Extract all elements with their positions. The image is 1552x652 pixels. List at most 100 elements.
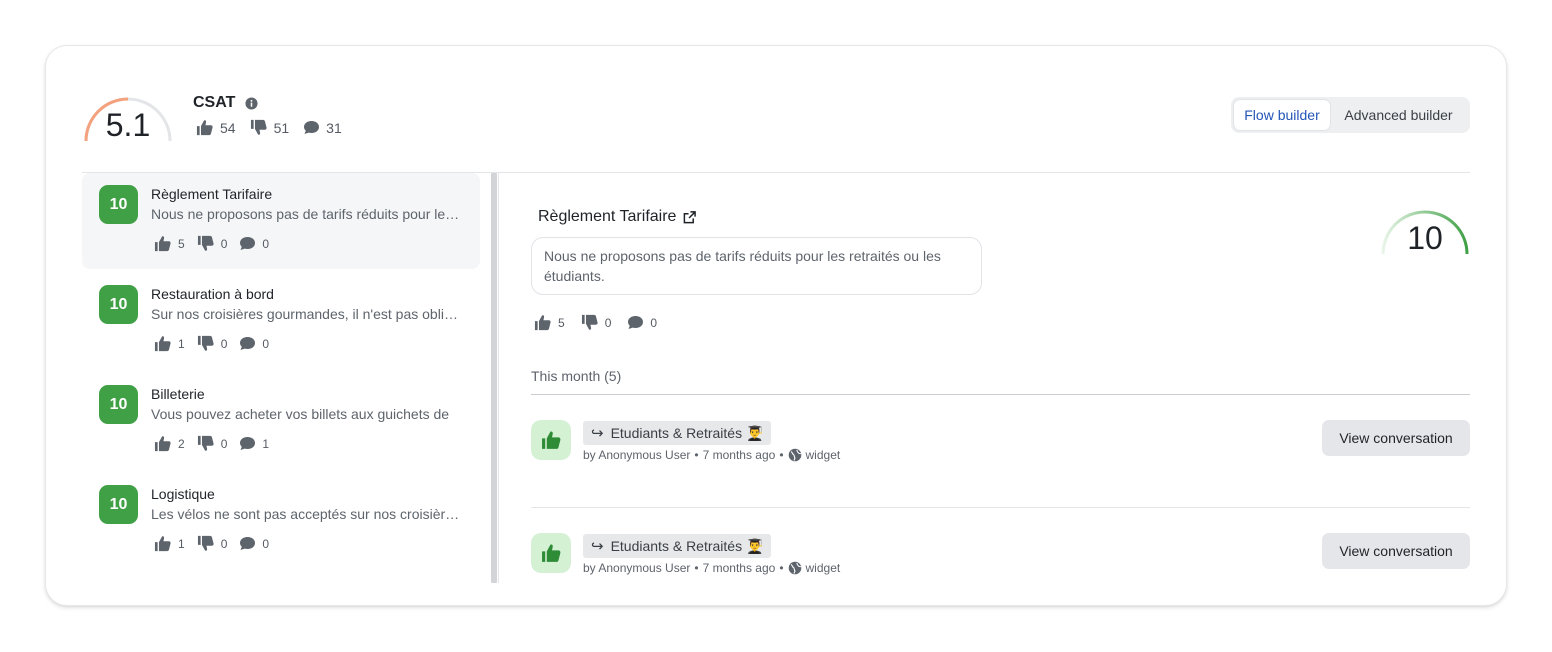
detail-title-text: Règlement Tarifaire (538, 208, 677, 225)
conversation-tag-label: Etudiants & Retraités 👨‍🎓 (610, 537, 764, 554)
likes-stat: 54 (196, 119, 236, 136)
conversation-row: ↪ Etudiants & Retraités 👨‍🎓 by Anonymous… (531, 533, 1470, 593)
conversation-author: by Anonymous User (583, 448, 691, 462)
builder-toggle: Flow builder Advanced builder (1231, 97, 1470, 133)
item-title: Logistique (151, 486, 215, 502)
conversation-meta: by Anonymous User • 7 months ago • widge… (583, 561, 841, 575)
item-title: Règlement Tarifaire (151, 186, 273, 202)
list-item[interactable]: 1 0 Logistique Les vélos ne sont pas acce… (82, 473, 480, 569)
panel-divider (498, 173, 499, 583)
thumbs-up-icon (541, 431, 560, 449)
thumbs-up-icon (154, 336, 171, 352)
conversation-meta: by Anonymous User • 7 months ago • widge… (583, 448, 841, 462)
csat-score-gauge: 5.1 (82, 91, 174, 143)
thumbs-down-icon (197, 435, 214, 451)
flow-builder-button[interactable]: Flow builder (1233, 99, 1331, 131)
comments-count: 0 (262, 336, 270, 351)
dislikes-count: 51 (273, 119, 290, 136)
dislikes-count: 0 (220, 536, 228, 551)
csat-stats: 54 51 31 (196, 119, 356, 136)
thumbs-up-icon (154, 236, 171, 252)
thumbs-down-icon (197, 335, 214, 351)
list-scrollbar[interactable] (491, 173, 497, 583)
advanced-builder-button[interactable]: Advanced builder (1331, 99, 1466, 131)
list-item[interactable]: 10 Règlement Tarifaire Nous ne proposons… (82, 173, 480, 269)
thumbs-down-icon (197, 535, 214, 551)
thumbs-up-icon (196, 120, 213, 136)
item-title: Restauration à bord (151, 286, 274, 302)
item-stats: 2 0 1 (154, 435, 281, 452)
thumbs-down-icon (581, 314, 598, 330)
redirect-arrow-icon: ↪ (591, 425, 604, 442)
detail-score-value: 10 (1407, 220, 1443, 256)
faq-list: 10 Règlement Tarifaire Nous ne proposons… (82, 173, 480, 583)
globe-icon (788, 448, 801, 462)
view-conversation-button[interactable]: View conversation (1322, 533, 1470, 569)
item-description: Les vélos ne sont pas acceptés sur nos c… (151, 506, 463, 522)
item-title: Billeterie (151, 386, 205, 402)
csat-card: 5.1 CSAT 54 51 31 Flow builder Advanced … (45, 45, 1507, 606)
comments-count: 31 (326, 119, 342, 136)
item-description: Nous ne proposons pas de tarifs réduits … (151, 206, 463, 222)
redirect-arrow-icon: ↪ (591, 538, 604, 555)
thumbs-down-icon (197, 235, 214, 251)
list-item[interactable]: 1 0 Billeterie Vous pouvez acheter vos bi… (82, 373, 480, 469)
conversation-author: by Anonymous User (583, 561, 691, 575)
conversation-tag[interactable]: ↪ Etudiants & Retraités 👨‍🎓 (583, 421, 772, 445)
conversation-tag[interactable]: ↪ Etudiants & Retraités 👨‍🎓 (583, 534, 772, 558)
info-icon[interactable] (245, 97, 258, 110)
detail-title[interactable]: Règlement Tarifaire (538, 208, 697, 226)
detail-stats: 5 0 0 (534, 314, 673, 331)
external-link-icon[interactable] (683, 210, 697, 224)
view-conversation-button[interactable]: View conversation (1322, 420, 1470, 456)
item-stats: 5 0 0 (154, 235, 281, 252)
detail-score-gauge: 10 (1379, 204, 1471, 256)
comments-count: 0 (262, 536, 270, 551)
comment-icon (304, 121, 320, 134)
detail-answer: Nous ne proposons pas de tarifs réduits … (531, 237, 982, 295)
dislikes-count: 0 (220, 336, 228, 351)
thumbs-up-badge (531, 420, 571, 460)
score-badge: 10 (99, 285, 138, 324)
list-item[interactable]: 10 Restauration à bord Sur nos croisière… (82, 273, 480, 369)
thumbs-up-icon (541, 544, 560, 562)
likes-count: 1 (178, 536, 185, 551)
thumbs-up-badge (531, 533, 571, 573)
thumbs-up-icon (154, 436, 171, 452)
likes-count: 54 (220, 119, 236, 136)
conversation-channel: widget (805, 561, 841, 575)
conversation-tag-label: Etudiants & Retraités 👨‍🎓 (610, 424, 764, 441)
conversation-channel: widget (805, 448, 841, 462)
comment-icon (240, 537, 256, 550)
csat-score-value: 5.1 (105, 107, 151, 143)
item-description: Sur nos croisières gourmandes, il n'est … (151, 306, 463, 322)
dislikes-count: 0 (220, 436, 228, 451)
item-description: Vous pouvez acheter vos billets aux guic… (151, 406, 450, 422)
likes-count: 5 (178, 236, 185, 251)
score-badge: 10 (99, 185, 138, 224)
dislikes-count: 0 (220, 236, 228, 251)
period-label: This month (5) (531, 368, 622, 384)
csat-title: CSAT (193, 94, 236, 111)
comments-count: 0 (262, 236, 270, 251)
conversation-time: 7 months ago (702, 448, 776, 462)
comment-icon (240, 337, 256, 350)
comment-icon (240, 437, 256, 450)
period-divider (531, 394, 1470, 395)
thumbs-up-icon (534, 315, 551, 331)
dislikes-stat: 51 (250, 119, 290, 136)
item-stats: 1 0 0 (154, 335, 281, 352)
likes-count: 2 (178, 436, 185, 451)
globe-icon (788, 561, 801, 575)
comment-icon (628, 316, 644, 329)
item-stats: 1 0 0 (154, 535, 281, 552)
comments-count: 1 (262, 436, 270, 451)
thumbs-up-icon (154, 536, 171, 552)
likes-count: 1 (178, 336, 185, 351)
comments-stat: 31 (303, 120, 342, 136)
comments-count: 0 (650, 315, 658, 330)
conversation-row: ↪ Etudiants & Retraités 👨‍🎓 by Anonymous… (531, 420, 1470, 480)
thumbs-down-icon (250, 119, 267, 135)
comment-icon (240, 237, 256, 250)
conversation-time: 7 months ago (702, 561, 776, 575)
